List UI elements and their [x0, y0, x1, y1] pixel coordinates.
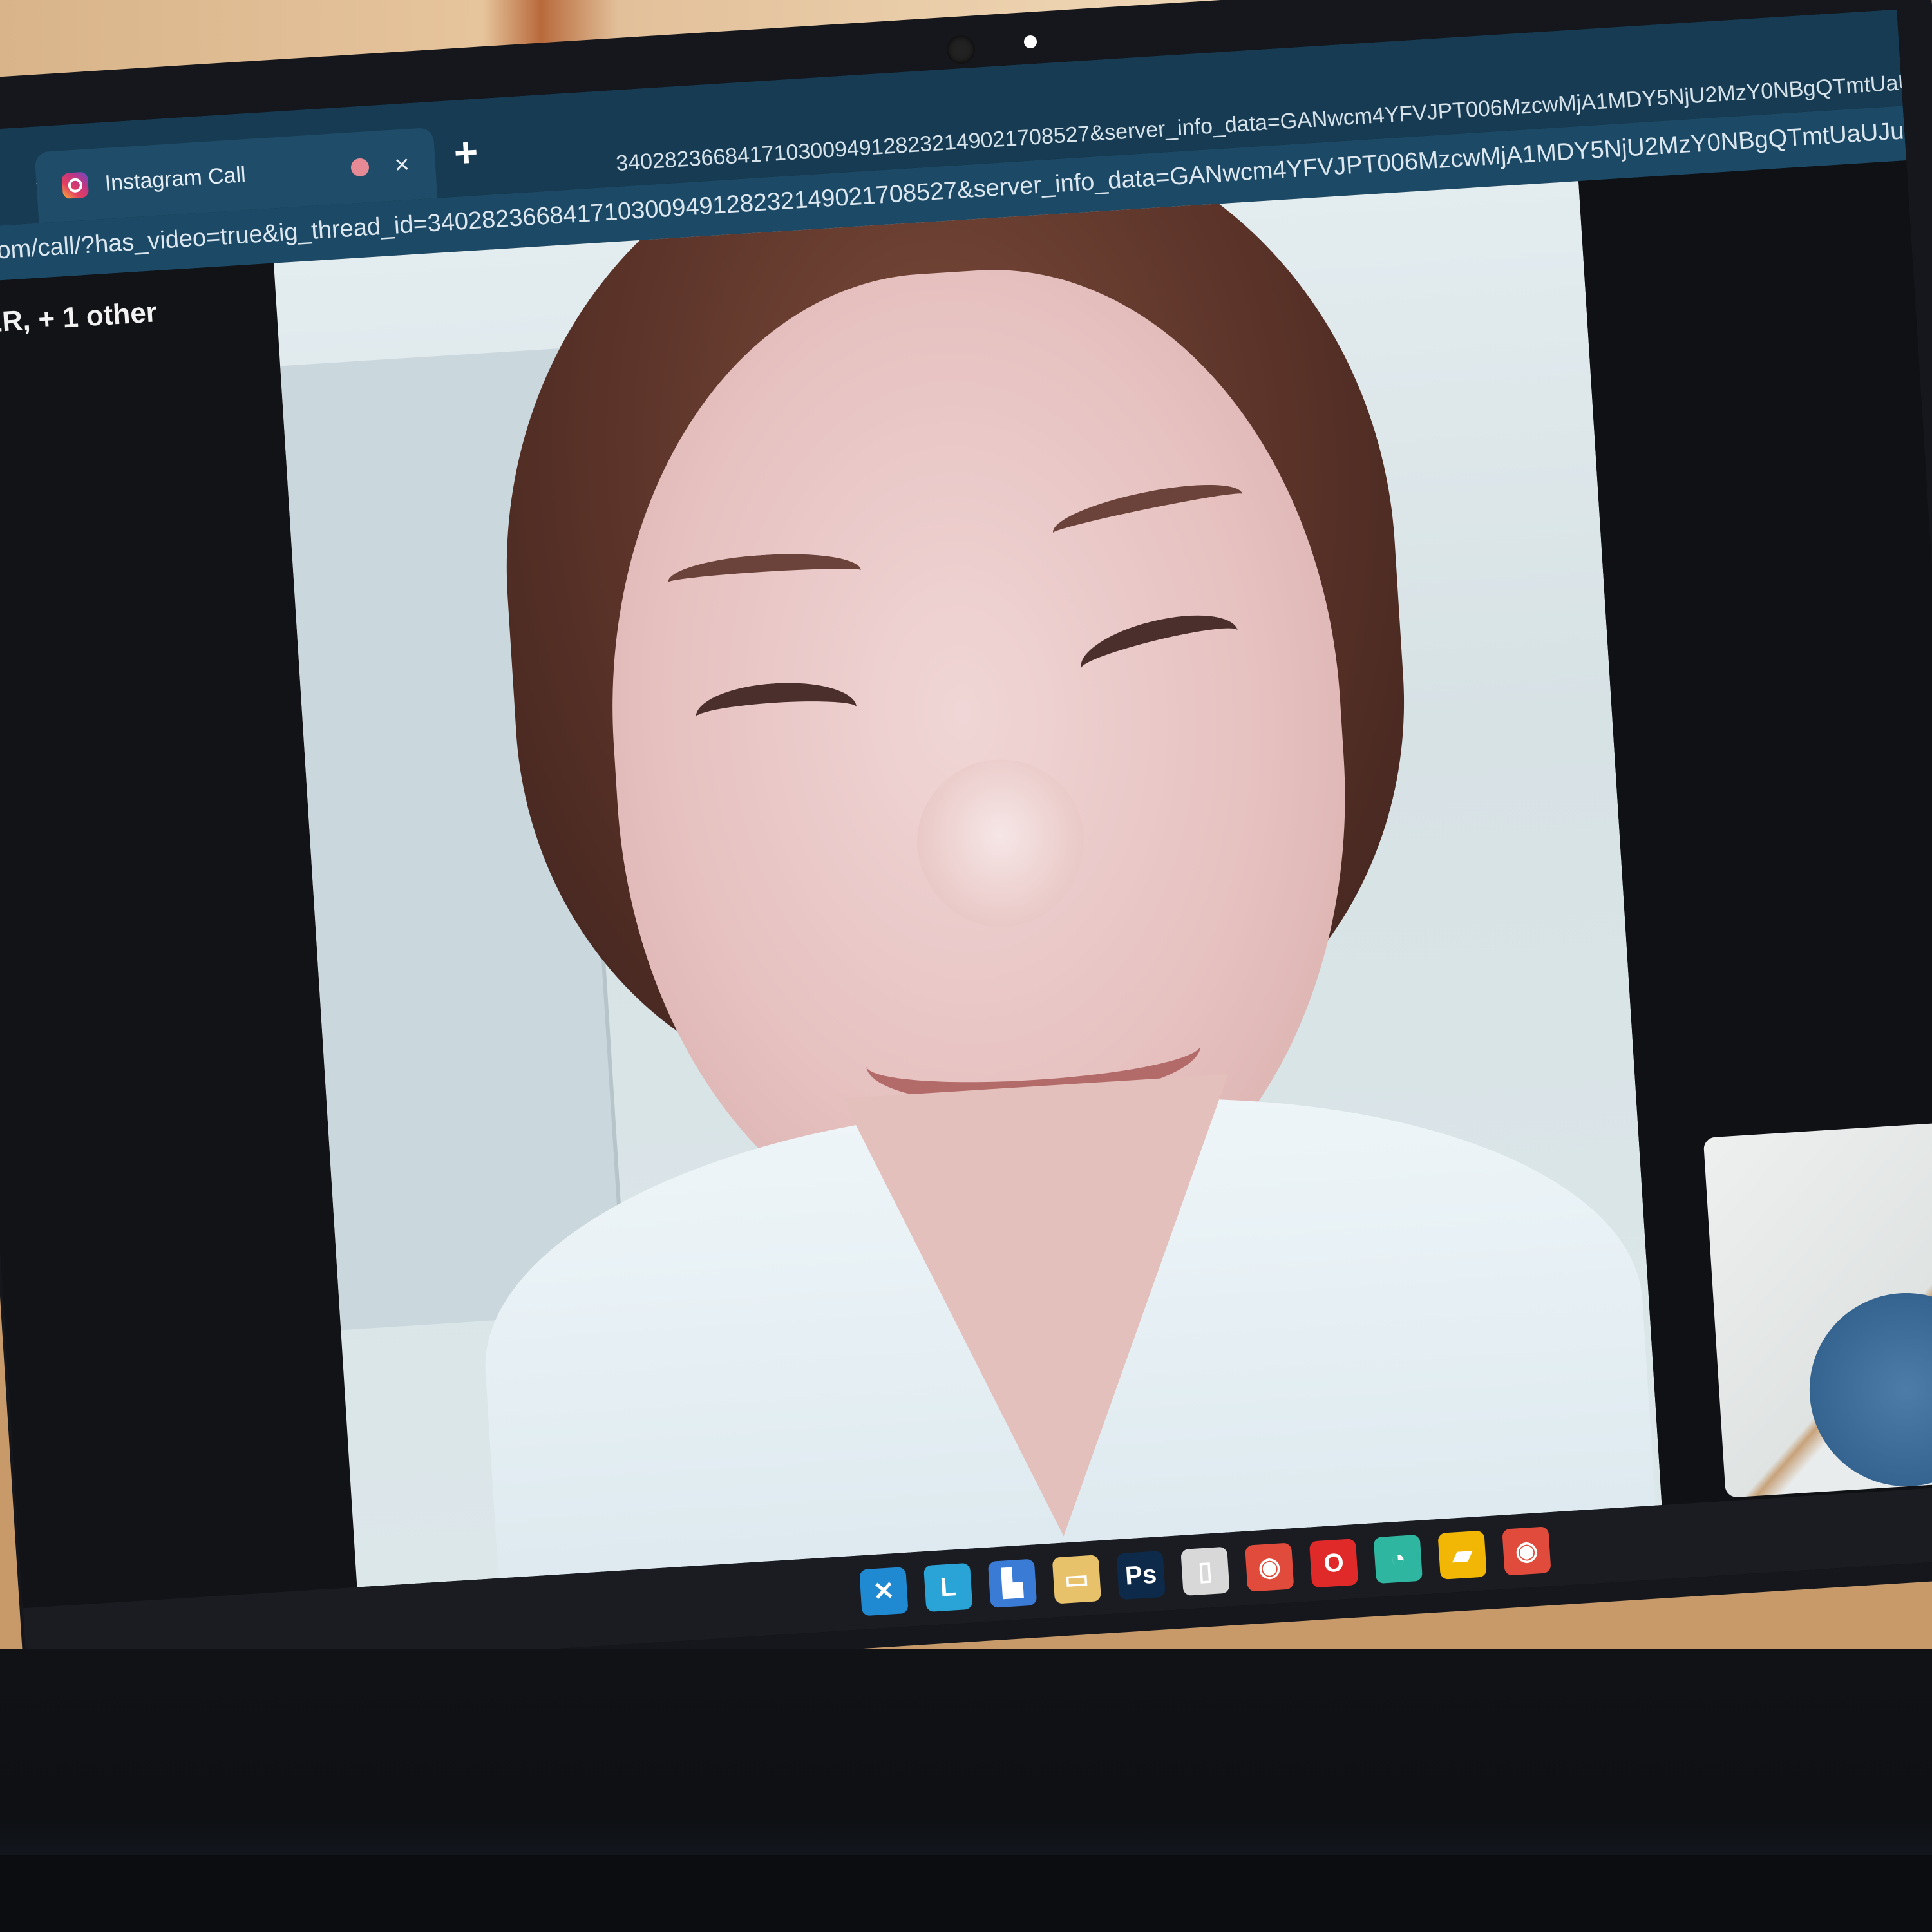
left-eyebrow	[667, 549, 862, 604]
remote-icon[interactable]: ▙	[987, 1558, 1037, 1608]
app-l-icon[interactable]: L	[923, 1562, 973, 1613]
right-eye	[1074, 602, 1245, 697]
photoshop-icon[interactable]: Ps	[1116, 1550, 1166, 1600]
laptop-keyboard	[0, 1855, 1932, 1932]
webcam-light-icon	[1024, 35, 1037, 48]
neck	[842, 1074, 1257, 1549]
sticky-notes-icon[interactable]: ▰	[1437, 1530, 1487, 1580]
new-tab-button[interactable]: +	[453, 128, 480, 176]
right-eyebrow	[1048, 473, 1247, 554]
chrome-icon[interactable]: ◉	[1245, 1542, 1294, 1592]
vscode-icon[interactable]: ✕	[859, 1567, 909, 1616]
chrome-active-icon[interactable]: ◉	[1502, 1526, 1551, 1576]
nose	[911, 754, 1090, 933]
left-eye	[694, 678, 858, 746]
edge-icon[interactable]: ◔	[1373, 1534, 1423, 1584]
self-view-subject	[1803, 1287, 1932, 1493]
laptop-screen: × Instagram Call × + 3402823668417103009…	[0, 9, 1932, 1682]
recording-indicator-icon	[350, 158, 370, 177]
webcam-icon	[947, 35, 975, 64]
notes-icon[interactable]: ▯	[1180, 1546, 1230, 1596]
participants-label: IDER, + 1 other	[0, 296, 158, 341]
self-view-video[interactable]	[1703, 1121, 1932, 1498]
file-explorer-icon[interactable]: ▭	[1052, 1555, 1102, 1604]
instagram-icon	[61, 171, 90, 199]
close-tab-icon[interactable]: ×	[393, 150, 410, 180]
tab-title: Instagram Call	[104, 162, 247, 196]
remote-video-feed	[274, 181, 1662, 1587]
opera-icon[interactable]: O	[1309, 1539, 1359, 1588]
